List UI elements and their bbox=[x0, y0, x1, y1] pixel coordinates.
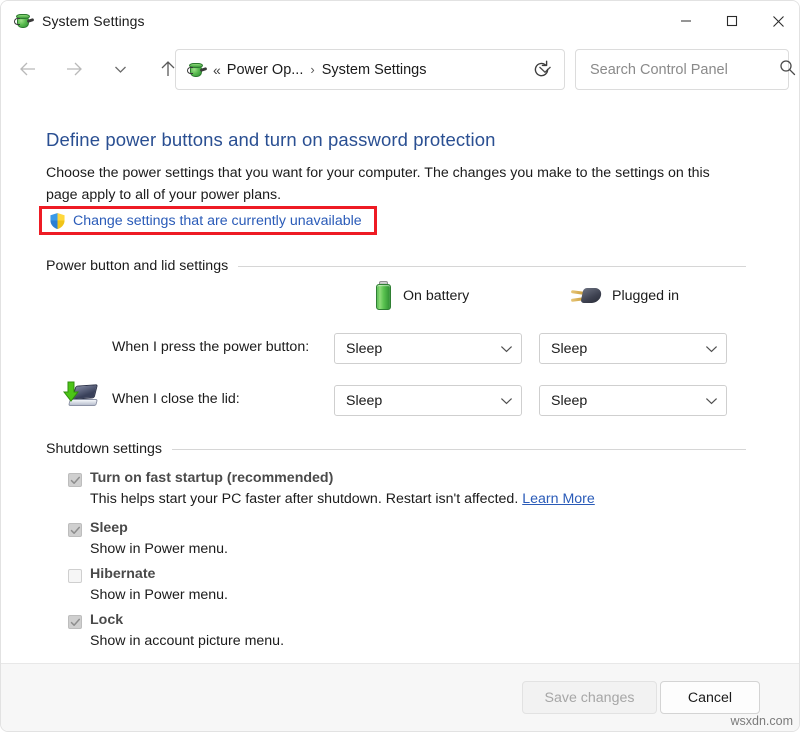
close-lid-plugged-in-select[interactable]: Sleep bbox=[539, 385, 727, 416]
uac-change-settings-row[interactable]: Change settings that are currently unava… bbox=[39, 206, 377, 235]
chevron-down-icon[interactable] bbox=[500, 340, 513, 358]
address-bar[interactable]: « Power Op... › System Settings bbox=[175, 49, 565, 90]
close-lid-on-battery-value: Sleep bbox=[346, 393, 500, 409]
maximize-icon[interactable] bbox=[709, 1, 755, 41]
sleep-label: Sleep bbox=[90, 520, 128, 536]
footer-bar: Save changes Cancel wsxdn.com bbox=[1, 663, 800, 731]
breadcrumb-overflow-icon[interactable]: « bbox=[206, 62, 227, 78]
breadcrumb-item-power-options[interactable]: Power Op... bbox=[227, 62, 304, 78]
search-box[interactable] bbox=[575, 49, 789, 90]
page-title: Define power buttons and turn on passwor… bbox=[46, 129, 495, 151]
minimize-icon[interactable] bbox=[663, 1, 709, 41]
row-close-lid: When I close the lid: Sleep Sleep bbox=[1, 379, 800, 423]
power-button-on-battery-value: Sleep bbox=[346, 341, 500, 357]
system-settings-window: System Settings bbox=[0, 0, 800, 732]
column-headers: On battery Plugged in bbox=[1, 275, 800, 315]
address-control-panel-icon bbox=[188, 61, 206, 79]
lock-checkbox[interactable] bbox=[68, 615, 82, 629]
row-label-power-button: When I press the power button: bbox=[112, 339, 309, 355]
search-icon[interactable] bbox=[779, 59, 796, 81]
section-label-shutdown: Shutdown settings bbox=[46, 441, 162, 457]
close-icon[interactable] bbox=[755, 1, 800, 41]
sleep-checkbox[interactable] bbox=[68, 523, 82, 537]
lock-label: Lock bbox=[90, 612, 123, 628]
breadcrumb-separator: › bbox=[303, 62, 321, 77]
chevron-down-icon[interactable] bbox=[705, 340, 718, 358]
search-input[interactable] bbox=[588, 61, 779, 79]
recent-locations-chevron-down-icon[interactable] bbox=[103, 52, 137, 86]
chevron-down-icon[interactable] bbox=[705, 392, 718, 410]
column-label-plugged-in: Plugged in bbox=[612, 288, 679, 304]
power-button-plugged-in-select[interactable]: Sleep bbox=[539, 333, 727, 364]
cancel-button[interactable]: Cancel bbox=[660, 681, 760, 714]
close-lid-on-battery-select[interactable]: Sleep bbox=[334, 385, 522, 416]
section-label-power-lid: Power button and lid settings bbox=[46, 258, 228, 274]
content-area: Define power buttons and turn on passwor… bbox=[1, 105, 800, 665]
sleep-description: Show in Power menu. bbox=[90, 541, 228, 557]
column-plugged-in: Plugged in bbox=[571, 285, 679, 307]
watermark: wsxdn.com bbox=[730, 714, 793, 728]
battery-icon bbox=[375, 281, 392, 311]
breadcrumb-item-system-settings[interactable]: System Settings bbox=[322, 62, 427, 78]
forward-arrow-icon[interactable] bbox=[57, 52, 91, 86]
refresh-icon[interactable] bbox=[523, 51, 559, 87]
save-changes-button[interactable]: Save changes bbox=[522, 681, 657, 714]
fast-startup-description-text: This helps start your PC faster after sh… bbox=[90, 491, 518, 507]
column-on-battery: On battery bbox=[375, 281, 469, 311]
section-shutdown-settings: Shutdown settings bbox=[46, 441, 746, 457]
window-controls bbox=[663, 1, 800, 41]
control-panel-icon bbox=[15, 12, 33, 30]
lock-description: Show in account picture menu. bbox=[90, 633, 284, 649]
close-lid-plugged-in-value: Sleep bbox=[551, 393, 705, 409]
power-plug-icon bbox=[571, 285, 601, 307]
power-button-plugged-in-value: Sleep bbox=[551, 341, 705, 357]
row-label-close-lid: When I close the lid: bbox=[112, 391, 240, 407]
fast-startup-label: Turn on fast startup (recommended) bbox=[90, 470, 333, 486]
back-arrow-icon[interactable] bbox=[11, 52, 45, 86]
title-bar: System Settings bbox=[1, 1, 800, 41]
title-bar-left: System Settings bbox=[1, 12, 145, 30]
learn-more-link[interactable]: Learn More bbox=[522, 491, 595, 507]
section-power-button-and-lid: Power button and lid settings bbox=[46, 258, 746, 274]
page-description: Choose the power settings that you want … bbox=[46, 162, 736, 206]
fast-startup-checkbox[interactable] bbox=[68, 473, 82, 487]
power-button-on-battery-select[interactable]: Sleep bbox=[334, 333, 522, 364]
window-title: System Settings bbox=[42, 13, 145, 29]
column-label-on-battery: On battery bbox=[403, 288, 469, 304]
hibernate-label: Hibernate bbox=[90, 566, 155, 582]
section-divider bbox=[172, 449, 746, 450]
chevron-down-icon[interactable] bbox=[500, 392, 513, 410]
row-power-button: When I press the power button: Sleep Sle… bbox=[1, 327, 800, 371]
fast-startup-description: This helps start your PC faster after sh… bbox=[90, 491, 595, 507]
section-divider bbox=[238, 266, 746, 267]
change-settings-link[interactable]: Change settings that are currently unava… bbox=[73, 213, 362, 229]
hibernate-description: Show in Power menu. bbox=[90, 587, 228, 603]
uac-shield-icon bbox=[49, 212, 66, 230]
hibernate-checkbox[interactable] bbox=[68, 569, 82, 583]
